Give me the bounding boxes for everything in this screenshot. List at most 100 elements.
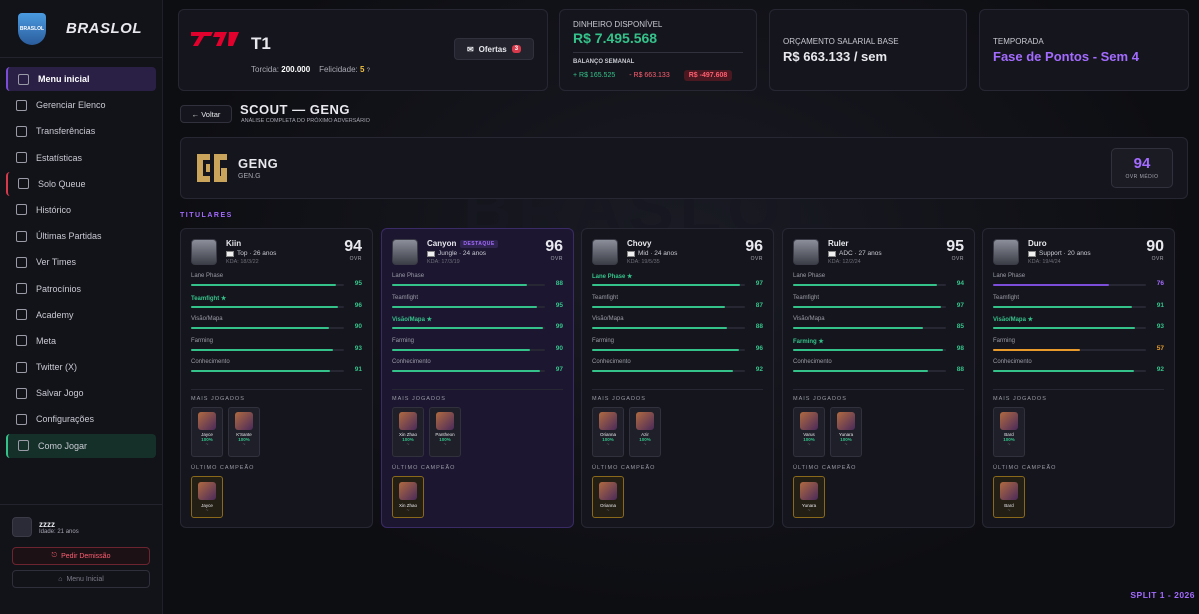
stat-row: Lane Phase 95: [191, 273, 362, 295]
champion-chip[interactable]: Bard 100% ~: [993, 407, 1025, 457]
mail-icon: ✉: [466, 44, 474, 54]
champion-icon: [436, 412, 454, 430]
opponent-ovr-box: 94 OVR MÉDIO: [1111, 148, 1173, 188]
sidebar-item-solo-queue[interactable]: Solo Queue: [6, 171, 156, 196]
weekly-income: + R$ 165.525: [573, 72, 616, 79]
player-ovr-label: OVR: [951, 256, 964, 262]
player-card[interactable]: Chovy Mid · 24 anos KDA: 19/5/35 96 OVR Lane …: [581, 228, 774, 528]
stat-bar-fill: [191, 370, 331, 372]
stat-bar: [793, 370, 946, 372]
flag-icon: [828, 250, 836, 257]
sidebar-item-meta[interactable]: Meta: [6, 329, 156, 353]
sidebar-item-label: Ver Times: [36, 257, 77, 268]
stat-row: Teamfight 97: [793, 295, 964, 317]
stat-name: Teamfight: [993, 294, 1020, 301]
stat-value: 93: [1156, 323, 1164, 330]
champion-icon: [1000, 412, 1018, 430]
sidebar-item-settings[interactable]: Configurações: [6, 407, 156, 431]
sidebar-item-teams[interactable]: Ver Times: [6, 250, 156, 274]
main-menu-button[interactable]: ⌂ Menu Inicial: [12, 570, 150, 588]
flag-icon: [1028, 250, 1036, 257]
sidebar-item-twitter[interactable]: Twitter (X): [6, 355, 156, 379]
player-role: Support · 20 anos: [1028, 250, 1091, 257]
player-avatar: [793, 239, 819, 265]
chevron-down-icon: ~: [606, 442, 610, 448]
champion-chip[interactable]: Jayce ~: [191, 476, 223, 518]
help-icon: [18, 440, 29, 452]
sidebar-item-how-to-play[interactable]: Como Jogar: [6, 433, 156, 458]
stat-bar-fill: [191, 305, 338, 308]
player-card[interactable]: Duro Support · 20 anos KDA: 19/4/24 90 OVR La…: [982, 228, 1175, 528]
player-role: Jungle · 24 anos: [427, 250, 486, 257]
stat-value: 95: [354, 280, 362, 287]
sidebar-item-roster[interactable]: Gerenciar Elenco: [6, 93, 156, 117]
player-stats: Lane Phase 94 Teamfight 97 Visão/Mapa 85 Farmi…: [793, 273, 964, 381]
chevron-down-icon: ~: [643, 442, 647, 448]
stat-value: 90: [555, 344, 563, 352]
last-champion-label: ÚLTIMO CAMPEÃO: [993, 465, 1057, 471]
stat-value: 96: [755, 344, 763, 352]
sidebar-item-transfers[interactable]: Transferências: [6, 119, 156, 143]
champion-chip[interactable]: Xin Zhao ~: [392, 476, 424, 518]
most-played-label: MAIS JOGADOS: [793, 396, 847, 402]
stat-bar-fill: [993, 284, 1110, 286]
sidebar-item-stats[interactable]: Estatísticas: [6, 146, 156, 170]
player-card[interactable]: Canyon DESTAQUE Jungle · 24 anos KDA: 17/3/…: [381, 228, 574, 528]
offers-count-badge: 3: [511, 45, 522, 53]
back-button[interactable]: ← Voltar: [180, 105, 232, 123]
champion-chip[interactable]: Azir 100% ~: [629, 407, 661, 457]
most-played-list: Jayce 100% ~ K'Sante 100% ~: [191, 407, 260, 457]
last-champion: Jayce ~: [191, 476, 223, 518]
stat-bar: [993, 370, 1146, 372]
team-icon: [16, 256, 27, 268]
stat-bar-fill: [392, 348, 530, 351]
avatar: [12, 517, 32, 537]
sidebar-item-home[interactable]: Menu inicial: [6, 67, 156, 91]
player-ovr: 96: [745, 238, 763, 255]
page-title: SCOUT — GENG: [240, 102, 351, 117]
stat-bar: [592, 348, 745, 351]
champion-icon: [198, 482, 216, 500]
stat-bar: [793, 284, 946, 286]
sponsor-icon: [16, 283, 27, 294]
champion-chip[interactable]: Yunara ~: [793, 476, 825, 518]
sidebar-item-academy[interactable]: Academy: [6, 303, 156, 327]
player-card[interactable]: Kiin Top · 26 anos KDA: 18/3/22 94 OVR Lane P…: [180, 228, 373, 528]
player-kda: KDA: 18/3/22: [226, 259, 259, 265]
app: BRASLOL BRASLOL Menu inicial Gerenciar El…: [0, 0, 1199, 614]
player-card[interactable]: Ruler ADC · 27 anos KDA: 12/2/24 95 OVR Lane …: [782, 228, 975, 528]
champion-chip[interactable]: Jayce 100% ~: [191, 407, 223, 457]
stat-name: Conhecimento: [191, 359, 230, 365]
stat-row: Teamfight 87: [592, 295, 763, 317]
champion-chip[interactable]: Varus 100% ~: [793, 407, 825, 457]
happiness-help-icon[interactable]: ?: [367, 68, 370, 74]
champion-chip[interactable]: K'Sante 100% ~: [228, 407, 260, 457]
champion-chip[interactable]: Yunara 100% ~: [830, 407, 862, 457]
player-role: Top · 26 anos: [226, 250, 276, 257]
champion-chip[interactable]: Orianna ~: [592, 476, 624, 518]
fans-value: 200.000: [281, 65, 311, 74]
chevron-down-icon: ~: [1007, 442, 1011, 448]
stat-row: Lane Phase 94: [793, 273, 964, 295]
stat-name: Visão/Mapa: [191, 316, 223, 322]
user-info: zzzz Idade: 21 anos: [12, 517, 150, 537]
divider: [793, 389, 964, 390]
stat-value: 90: [354, 323, 362, 330]
offers-button[interactable]: ✉ Ofertas 3: [454, 38, 534, 60]
most-played-label: MAIS JOGADOS: [592, 396, 646, 402]
champion-chip[interactable]: Pantheon 100% ~: [429, 407, 461, 457]
sidebar-item-history[interactable]: Histórico: [6, 198, 156, 222]
most-played-label: MAIS JOGADOS: [191, 396, 245, 402]
stat-name: Farming ★: [793, 338, 824, 345]
sidebar-item-last-matches[interactable]: Últimas Partidas: [6, 224, 156, 248]
sidebar-item-label: Solo Queue: [38, 178, 86, 189]
stat-bar: [191, 348, 344, 351]
sidebar-item-label: Histórico: [36, 204, 72, 215]
resign-button[interactable]: ⎋ Pedir Demissão: [12, 547, 150, 565]
champion-chip[interactable]: Bard ~: [993, 476, 1025, 518]
champion-chip[interactable]: Xin Zhao 100% ~: [392, 407, 424, 457]
sidebar-item-sponsors[interactable]: Patrocínios: [6, 277, 156, 301]
sidebar-item-save[interactable]: Salvar Jogo: [6, 381, 156, 405]
champion-chip[interactable]: Orianna 100% ~: [592, 407, 624, 457]
season-label: TEMPORADA: [993, 37, 1044, 46]
